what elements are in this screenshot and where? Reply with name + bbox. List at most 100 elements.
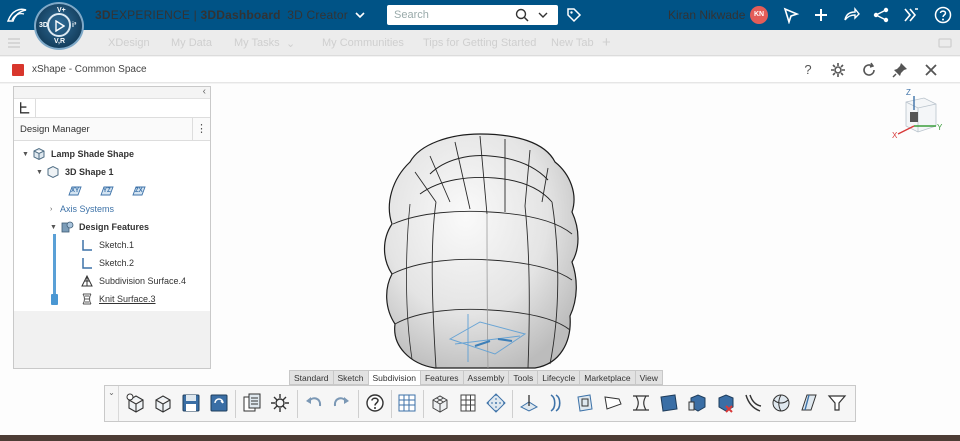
grid-display-icon[interactable]	[396, 392, 418, 414]
search-box[interactable]	[387, 5, 558, 25]
chevron-down-icon[interactable]	[354, 11, 365, 19]
search-icon[interactable]	[515, 8, 529, 22]
3d-compass[interactable]: V+ 3D i³ V,R	[34, 2, 84, 50]
chevron-down-icon[interactable]: ⌄	[286, 37, 295, 50]
rollback-marker[interactable]	[51, 294, 58, 305]
tree-node-design-features[interactable]: ▼ Design Features	[50, 219, 149, 235]
symmetry-icon[interactable]	[485, 392, 507, 414]
menu-icon[interactable]	[8, 38, 20, 48]
action-bar-expand-icon[interactable]: ⌄	[105, 386, 119, 421]
delete-face-icon[interactable]	[714, 392, 736, 414]
face-icon[interactable]	[574, 392, 596, 414]
tab-assembly[interactable]: Assembly	[462, 370, 509, 385]
funnel-icon[interactable]	[826, 392, 848, 414]
view-cube[interactable]: Z Y X	[890, 86, 946, 142]
design-features-icon	[61, 221, 74, 233]
tree-node-root[interactable]: ▼ Lamp Shade Shape	[22, 146, 134, 162]
tab-marketplace[interactable]: Marketplace	[579, 370, 635, 385]
subdivision-cube-icon[interactable]	[429, 392, 451, 414]
gear-icon[interactable]	[829, 61, 847, 79]
dassault-logo-icon[interactable]	[6, 6, 28, 24]
crease-icon[interactable]	[742, 392, 764, 414]
sphere-icon[interactable]	[770, 392, 792, 414]
thicken-icon[interactable]	[602, 392, 624, 414]
redo-icon[interactable]	[330, 392, 352, 414]
flatten-icon[interactable]	[658, 392, 680, 414]
tab-new-tab[interactable]: New Tab	[551, 37, 594, 49]
refresh-icon[interactable]	[860, 61, 878, 79]
pin-icon[interactable]	[891, 61, 909, 79]
bridge-icon[interactable]	[630, 392, 652, 414]
revisions-icon[interactable]	[241, 392, 263, 414]
tab-my-data[interactable]: My Data	[171, 37, 212, 49]
expand-arrow-icon[interactable]: ▼	[50, 224, 60, 231]
tab-my-communities[interactable]: My Communities	[322, 37, 404, 49]
tree-node-sketch-2[interactable]: Sketch.2	[80, 255, 134, 271]
platform-brand[interactable]: 3DEXPERIENCE | 3DDashboard 3D Creator	[95, 8, 365, 22]
tree-tab-icon[interactable]	[14, 99, 36, 117]
tab-xdesign[interactable]: XDesign	[108, 37, 150, 49]
panel-collapse-bar[interactable]: ‹	[14, 86, 210, 99]
tree-node-zx-plane[interactable]: ZX	[132, 183, 146, 199]
gear-icon[interactable]	[269, 392, 291, 414]
undo-icon[interactable]	[303, 392, 325, 414]
tab-sketch[interactable]: Sketch	[332, 370, 368, 385]
tree-node-sketch-1[interactable]: Sketch.1	[80, 237, 134, 253]
play-icon[interactable]	[55, 20, 65, 32]
brand-experience: EXPERIENCE	[110, 8, 191, 22]
product-icon	[33, 147, 45, 161]
primitive-icon[interactable]	[518, 392, 540, 414]
tree-node-subdivision-surface[interactable]: Subdivision Surface.4	[80, 273, 186, 289]
tree-node-yz-plane[interactable]: YZ	[100, 183, 114, 199]
add-icon[interactable]	[812, 6, 830, 24]
compass-left-label[interactable]: 3D	[39, 22, 48, 29]
tab-tools[interactable]: Tools	[508, 370, 538, 385]
help-icon[interactable]	[364, 392, 386, 414]
tree-node-knit-surface[interactable]: Knit Surface.3	[80, 291, 156, 307]
tag-icon[interactable]	[566, 7, 582, 23]
tab-my-tasks[interactable]: My Tasks	[234, 37, 280, 49]
tab-features[interactable]: Features	[419, 370, 463, 385]
dashboard-tab-bar: XDesign My Data My Tasks ⌄ My Communitie…	[0, 30, 960, 56]
close-icon[interactable]	[922, 61, 940, 79]
compass-right-label[interactable]: i³	[72, 22, 76, 29]
message-icon[interactable]	[782, 6, 800, 24]
save-as-icon[interactable]	[208, 392, 230, 414]
tab-lifecycle[interactable]: Lifecycle	[537, 370, 580, 385]
tab-subdivision[interactable]: Subdivision	[367, 370, 420, 385]
apps-compass-icon[interactable]	[902, 6, 920, 24]
cut-surface-icon[interactable]	[798, 392, 820, 414]
add-tab-icon[interactable]: +	[602, 34, 611, 51]
mesh-panel-icon[interactable]	[457, 392, 479, 414]
compass-bottom-label[interactable]: V,R	[54, 38, 65, 45]
search-dropdown-chevron-icon[interactable]	[538, 11, 548, 19]
new-shape-icon[interactable]	[125, 392, 147, 414]
help-icon[interactable]: ?	[799, 61, 817, 79]
tree-node-xy-plane[interactable]: XY	[68, 183, 82, 199]
shape-icon	[47, 165, 59, 179]
compass-top-label[interactable]: V+	[57, 7, 66, 14]
collapsed-arrow-icon[interactable]: ›	[50, 206, 60, 213]
open-icon[interactable]	[152, 392, 174, 414]
tree-node-axis-systems[interactable]: › Axis Systems	[50, 201, 114, 217]
chat-icon[interactable]	[938, 38, 952, 49]
tree-node-shape[interactable]: ▼ 3D Shape 1	[36, 164, 114, 180]
more-options-icon[interactable]: ⋮	[192, 118, 210, 140]
tab-tips[interactable]: Tips for Getting Started	[423, 37, 536, 49]
expand-arrow-icon[interactable]: ▼	[36, 169, 46, 176]
extrude-face-icon[interactable]	[686, 392, 708, 414]
chevron-left-icon[interactable]: ‹	[203, 86, 206, 97]
yz-plane-label: YZ	[103, 188, 111, 194]
share-arrow-icon[interactable]	[842, 6, 860, 24]
help-icon[interactable]	[934, 6, 952, 24]
search-input[interactable]	[387, 9, 505, 21]
save-icon[interactable]	[180, 392, 202, 414]
extrude-surface-icon[interactable]	[546, 392, 568, 414]
share-network-icon[interactable]	[872, 6, 890, 24]
tab-standard[interactable]: Standard	[289, 370, 333, 385]
expand-arrow-icon[interactable]: ▼	[22, 151, 32, 158]
user-name[interactable]: Kiran Nikwade	[668, 8, 745, 22]
avatar[interactable]: KN	[750, 6, 768, 24]
role-label: 3D Creator	[287, 8, 348, 22]
tab-view[interactable]: View	[634, 370, 663, 385]
